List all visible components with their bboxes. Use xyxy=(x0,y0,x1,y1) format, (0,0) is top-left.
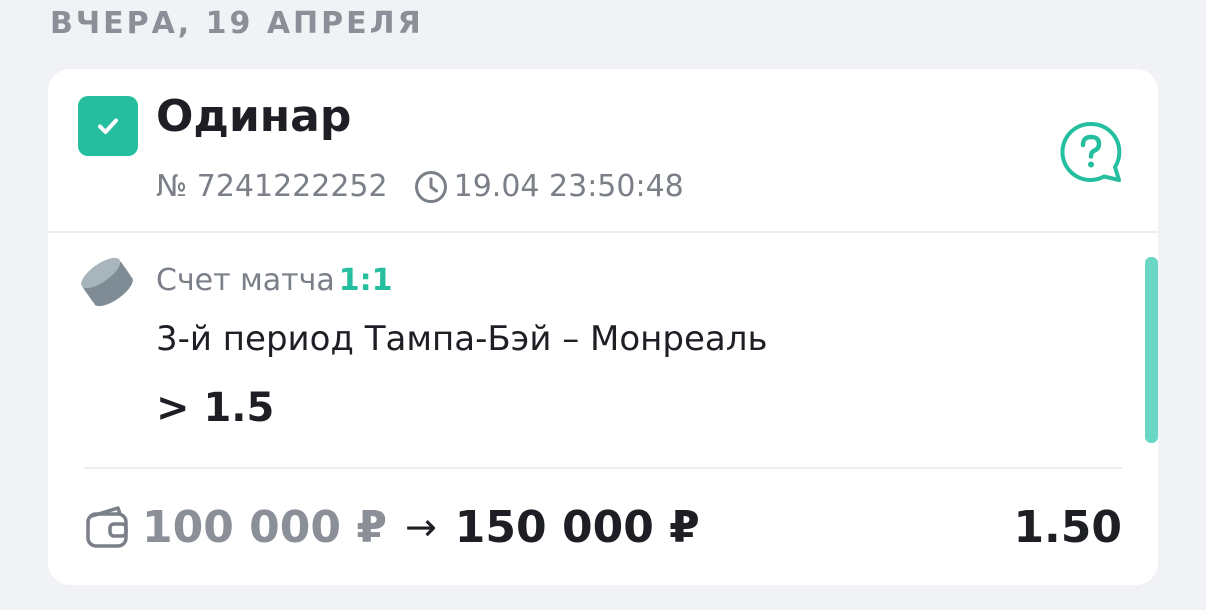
market-line: Счет матча 1:1 xyxy=(156,263,393,298)
hockey-puck-icon xyxy=(80,255,134,313)
arrow-right-icon: → xyxy=(404,505,437,549)
payout-amount: 150 000 ₽ xyxy=(454,501,700,553)
bet-number: № 7241222252 xyxy=(156,169,388,204)
bet-type-title: Одинар xyxy=(156,91,352,142)
market-label: Счет матча xyxy=(156,263,335,298)
market-score: 1:1 xyxy=(338,263,393,298)
stake-amount: 100 000 ₽ xyxy=(142,501,387,553)
odds-value: 1.50 xyxy=(1013,501,1122,553)
bet-meta: № 7241222252 19.04 23:50:48 xyxy=(156,169,684,204)
payout-row: 100 000 ₽ → 150 000 ₽ 1.50 xyxy=(84,497,1122,557)
divider xyxy=(48,231,1158,233)
event-name: 3-й период Тампа-Бэй – Монреаль xyxy=(156,319,768,359)
bet-datetime: 19.04 23:50:48 xyxy=(453,169,684,204)
bet-card[interactable]: Одинар № 7241222252 19.04 23:50:48 Счет … xyxy=(48,69,1158,585)
divider xyxy=(84,467,1122,469)
scrollbar[interactable] xyxy=(1145,257,1158,443)
outcome-value: > 1.5 xyxy=(156,385,275,431)
date-header: Вчера, 19 апреля xyxy=(50,6,424,41)
wallet-icon xyxy=(84,504,130,550)
check-icon xyxy=(78,96,138,156)
clock-icon xyxy=(414,170,448,204)
help-chat-icon[interactable] xyxy=(1058,119,1124,185)
